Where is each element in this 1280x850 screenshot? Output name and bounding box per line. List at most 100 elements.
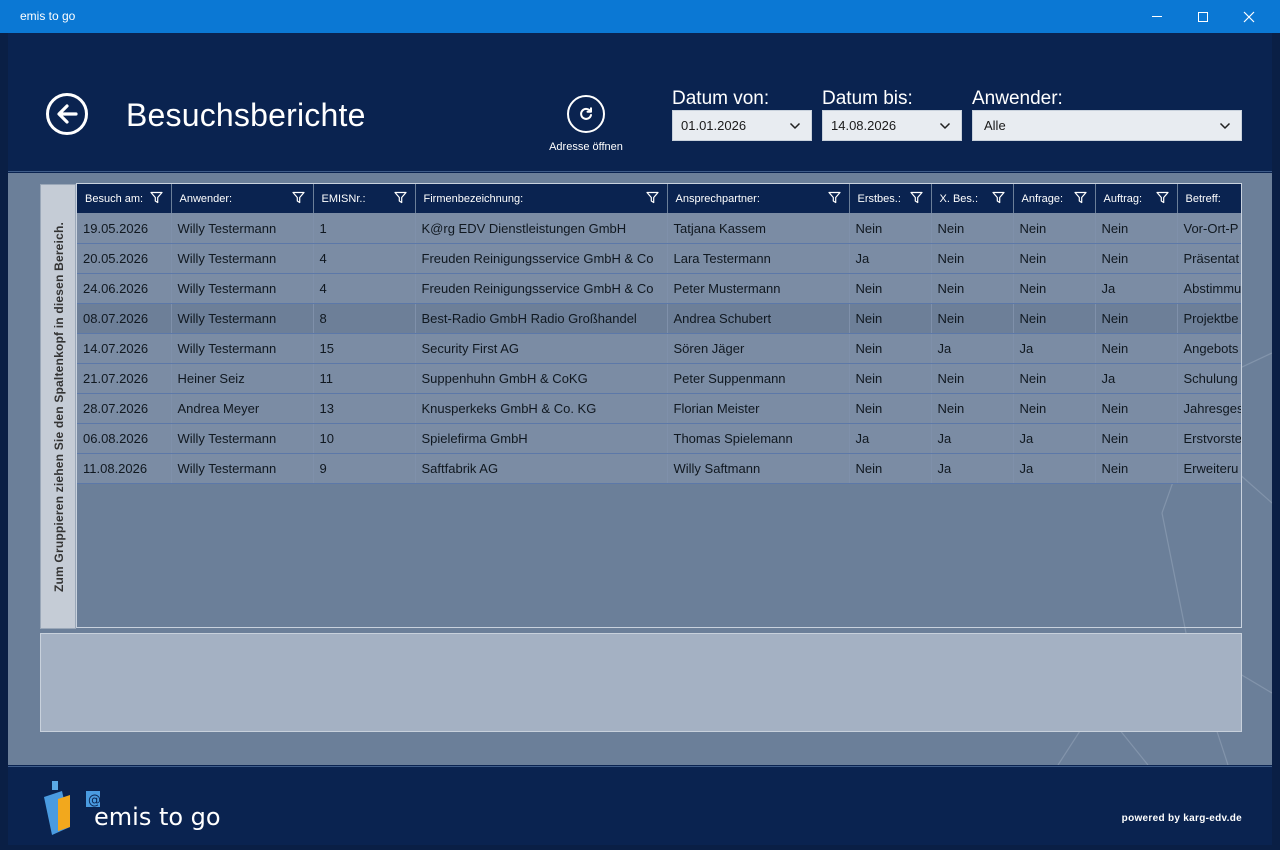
table-cell: Nein (1013, 273, 1096, 304)
table-cell: Willy Testermann (171, 333, 314, 364)
column-header-label: EMISNr.: (321, 192, 366, 205)
column-header[interactable]: Besuch am: (77, 184, 172, 213)
table-cell: Security First AG (415, 333, 668, 364)
table-cell: 08.07.2026 (77, 303, 172, 334)
table-cell: Nein (849, 273, 932, 304)
table-cell: Nein (1095, 213, 1178, 244)
table-cell: Ja (1095, 273, 1178, 304)
user-select[interactable]: Alle (972, 110, 1242, 141)
column-header[interactable]: Erstbes.: (849, 184, 932, 213)
back-button[interactable] (46, 93, 88, 135)
table-cell: Nein (1013, 363, 1096, 394)
column-header-label: Auftrag: (1103, 192, 1143, 205)
filter-icon[interactable] (291, 191, 305, 204)
table-cell: Lara Testermann (667, 243, 850, 274)
table-cell: Ja (931, 453, 1014, 484)
table-cell: Nein (1013, 243, 1096, 274)
filter-icon[interactable] (149, 191, 163, 204)
table-cell: Angebots (1177, 333, 1241, 364)
group-by-panel[interactable]: Zum Gruppieren ziehen Sie den Spaltenkop… (40, 184, 76, 629)
filter-icon[interactable] (1073, 191, 1087, 204)
minimize-button[interactable] (1134, 0, 1180, 33)
table-cell: Nein (931, 213, 1014, 244)
filter-icon[interactable] (827, 191, 841, 204)
table-cell: Erstvorste (1177, 423, 1241, 454)
table-row[interactable]: 11.08.2026 Willy Testermann 9 Saftfabrik AG… (77, 453, 1241, 484)
column-header-label: Anwender: (179, 192, 233, 205)
table-row[interactable]: 19.05.2026 Willy Testermann 1 K@rg EDV Dien… (77, 213, 1241, 244)
column-header[interactable]: EMISNr.: (313, 184, 416, 213)
table-cell: Willy Testermann (171, 453, 314, 484)
table-cell: 13 (313, 393, 416, 424)
column-header-label: Betreff: (1185, 192, 1221, 205)
open-address-button[interactable]: Adresse öffnen (518, 95, 654, 153)
column-header[interactable]: Ansprechpartner: (667, 184, 850, 213)
maximize-button[interactable] (1180, 0, 1226, 33)
table-cell: Sören Jäger (667, 333, 850, 364)
filter-icon[interactable] (393, 191, 407, 204)
chevron-down-icon (789, 122, 801, 130)
column-header-label: Anfrage: (1021, 192, 1064, 205)
table-row[interactable]: 24.06.2026 Willy Testermann 4 Freuden Reini… (77, 273, 1241, 304)
table-cell: 1 (313, 213, 416, 244)
table-cell: Nein (849, 303, 932, 334)
table-cell: 8 (313, 303, 416, 334)
detail-panel (40, 633, 1242, 732)
table-cell: Suppenhuhn GmbH & CoKG (415, 363, 668, 394)
date-to-select[interactable]: 14.08.2026 (822, 110, 962, 141)
table-cell: Präsentat (1177, 243, 1241, 274)
column-header-label: Besuch am: (85, 192, 144, 205)
column-header[interactable]: X. Bes.: (931, 184, 1014, 213)
close-button[interactable] (1226, 0, 1272, 33)
table-cell: Willy Saftmann (667, 453, 850, 484)
table-cell: Ja (849, 243, 932, 274)
table-cell: 14.07.2026 (77, 333, 172, 364)
table-cell: Andrea Schubert (667, 303, 850, 334)
table-row[interactable]: 06.08.2026 Willy Testermann 10 Spielefirma … (77, 423, 1241, 454)
filter-icon[interactable] (909, 191, 923, 204)
table-cell: Nein (1095, 333, 1178, 364)
table-cell: 11.08.2026 (77, 453, 172, 484)
table-cell: Nein (849, 213, 932, 244)
table-cell: Peter Mustermann (667, 273, 850, 304)
filter-icon[interactable] (645, 191, 659, 204)
column-header[interactable]: Anwender: (171, 184, 314, 213)
table-cell: Freuden Reinigungsservice GmbH & Co (415, 273, 668, 304)
column-header[interactable]: Firmenbezeichnung: (415, 184, 668, 213)
table-cell: Florian Meister (667, 393, 850, 424)
table-cell: Ja (931, 423, 1014, 454)
table-cell: Nein (849, 393, 932, 424)
column-header[interactable]: Betreff: (1177, 184, 1241, 213)
table-cell: Nein (1095, 423, 1178, 454)
table-row[interactable]: 28.07.2026 Andrea Meyer 13 Knusperkeks GmbH… (77, 393, 1241, 424)
table-row[interactable]: 20.05.2026 Willy Testermann 4 Freuden Reini… (77, 243, 1241, 274)
table-cell: K@rg EDV Dienstleistungen GmbH (415, 213, 668, 244)
grid-body: 19.05.2026 Willy Testermann 1 K@rg EDV Dien… (77, 213, 1241, 484)
table-cell: Ja (849, 423, 932, 454)
filter-icon[interactable] (991, 191, 1005, 204)
header-row: Besuch am: Anwender: EMISNr.: Firmenbezeich… (77, 184, 1241, 213)
table-cell: Willy Testermann (171, 243, 314, 274)
table-cell: Projektbe (1177, 303, 1241, 334)
column-header[interactable]: Anfrage: (1013, 184, 1096, 213)
table-row[interactable]: 08.07.2026 Willy Testermann 8 Best-Radio Gm… (77, 303, 1241, 334)
table-row[interactable]: 21.07.2026 Heiner Seiz 11 Suppenhuhn GmbH &… (77, 363, 1241, 394)
table-cell: Willy Testermann (171, 423, 314, 454)
table-cell: Heiner Seiz (171, 363, 314, 394)
table-cell: Nein (931, 393, 1014, 424)
date-from-value: 01.01.2026 (681, 118, 747, 133)
table-cell: Spielefirma GmbH (415, 423, 668, 454)
table-cell: Jahresges (1177, 393, 1241, 424)
visit-reports-table: Besuch am: Anwender: EMISNr.: Firmenbezeich… (77, 184, 1241, 484)
table-row[interactable]: 14.07.2026 Willy Testermann 15 Security Fir… (77, 333, 1241, 364)
table-cell: 9 (313, 453, 416, 484)
filter-icon[interactable] (1155, 191, 1169, 204)
table-cell: Schulung (1177, 363, 1241, 394)
table-cell: Nein (1013, 213, 1096, 244)
column-header[interactable]: Auftrag: (1095, 184, 1178, 213)
table-cell: Freuden Reinigungsservice GmbH & Co (415, 243, 668, 274)
date-from-select[interactable]: 01.01.2026 (672, 110, 812, 141)
table-cell: Erweiteru (1177, 453, 1241, 484)
table-cell: Thomas Spielemann (667, 423, 850, 454)
table-cell: 21.07.2026 (77, 363, 172, 394)
